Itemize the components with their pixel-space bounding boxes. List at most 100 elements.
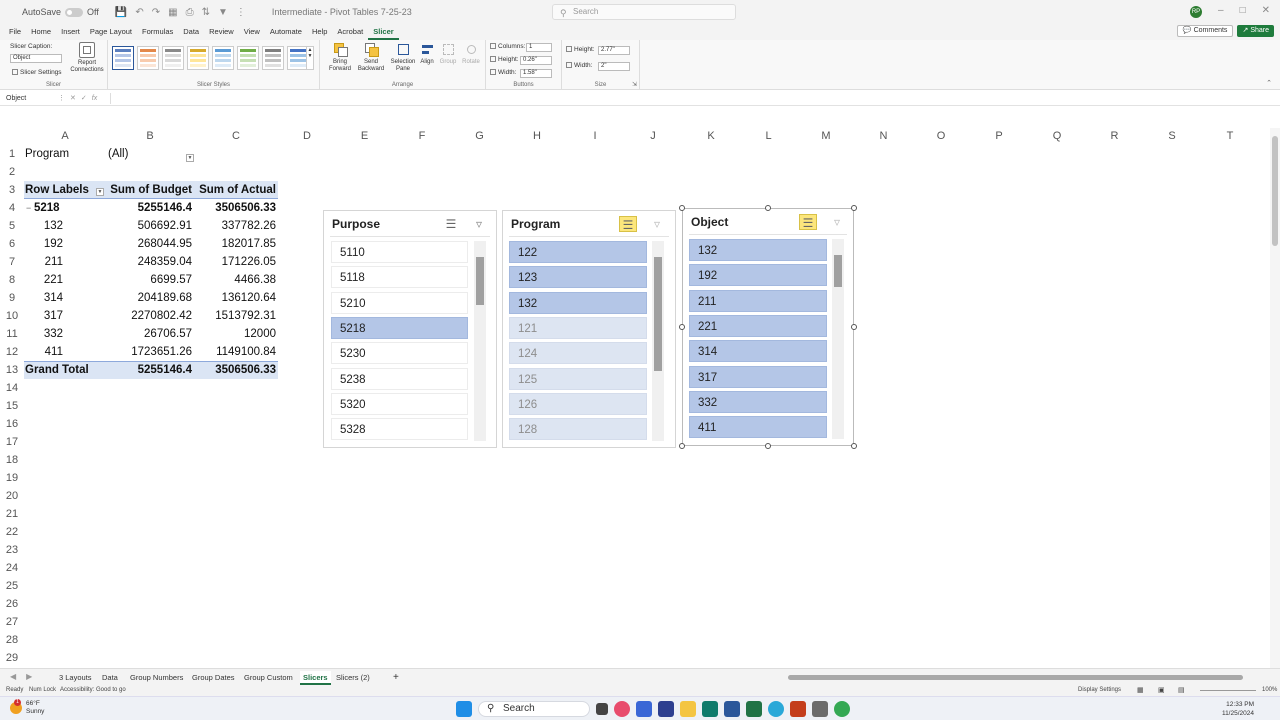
column-header[interactable]: F bbox=[393, 128, 451, 145]
tab-page-layout[interactable]: Page Layout bbox=[85, 24, 137, 40]
formula-input[interactable] bbox=[110, 93, 1270, 104]
display-settings-button[interactable]: Display Settings bbox=[1078, 687, 1121, 693]
next-sheet-icon[interactable]: ▶ bbox=[26, 672, 32, 681]
column-header[interactable]: O bbox=[912, 128, 970, 145]
column-header[interactable]: E bbox=[336, 128, 393, 145]
tab-data[interactable]: Data bbox=[178, 24, 204, 40]
resize-handle[interactable] bbox=[679, 443, 685, 449]
status-accessibility[interactable]: Accessibility: Good to go bbox=[60, 687, 126, 693]
row-header[interactable]: 27 bbox=[0, 613, 24, 631]
size-width-input[interactable]: 2" bbox=[598, 62, 630, 71]
slicer-object-scrollbar[interactable] bbox=[832, 239, 844, 439]
slicer-object-item[interactable]: 221 bbox=[689, 314, 827, 337]
resize-handle[interactable] bbox=[765, 205, 771, 211]
resize-handle[interactable] bbox=[679, 324, 685, 330]
clear-filter-icon[interactable]: ▿ bbox=[828, 214, 846, 230]
l-app-icon[interactable] bbox=[658, 701, 674, 717]
undo-icon[interactable]: ↶ bbox=[135, 7, 143, 18]
slicer-program-item[interactable]: 126 bbox=[509, 392, 647, 415]
column-header[interactable]: J bbox=[624, 128, 682, 145]
slicer-style-other-1[interactable] bbox=[262, 46, 284, 70]
styles-gallery-more-button[interactable]: ▲ ▼ bbox=[306, 46, 314, 70]
slicer-program-item[interactable]: 121 bbox=[509, 316, 647, 339]
sheet-tab-group-dates[interactable]: Group Dates bbox=[192, 671, 235, 685]
save-icon[interactable]: 💾 bbox=[115, 7, 127, 18]
row-header[interactable]: 10 bbox=[0, 307, 24, 325]
pivot-filter-value[interactable]: (All) bbox=[108, 145, 192, 163]
slicer-program-item[interactable]: 132 bbox=[509, 291, 647, 314]
row-header[interactable]: 8 bbox=[0, 271, 24, 289]
slicer-purpose[interactable]: Purpose ☰ ▿ 5110 5118 5210 5218 5230 5238 5320… bbox=[323, 210, 497, 448]
tab-automate[interactable]: Automate bbox=[265, 24, 307, 40]
slicer-purpose-item[interactable]: 5320 bbox=[331, 392, 468, 415]
row-header[interactable]: 25 bbox=[0, 577, 24, 595]
row-header[interactable]: 28 bbox=[0, 631, 24, 649]
slicer-style-light-5[interactable] bbox=[212, 46, 234, 70]
size-height-input[interactable]: 2.77" bbox=[598, 46, 630, 55]
column-header[interactable]: T bbox=[1201, 128, 1259, 145]
weather-widget[interactable]: 1 66°F Sunny bbox=[10, 699, 44, 716]
tab-formulas[interactable]: Formulas bbox=[137, 24, 178, 40]
collapse-ribbon-icon[interactable]: ⌃ bbox=[1266, 79, 1272, 87]
copilot-icon[interactable] bbox=[614, 701, 630, 717]
columns-input[interactable]: 1 bbox=[526, 43, 552, 52]
row-header[interactable]: 13 bbox=[0, 361, 24, 379]
worksheet-grid[interactable]: ABCDEFGHIJKLMNOPQRST 1 2 3 4 5 6 7 8 9 10 11 12 13 14… bbox=[0, 128, 1270, 668]
column-header[interactable]: I bbox=[566, 128, 624, 145]
bring-forward-button[interactable]: Bring Forward bbox=[326, 42, 354, 73]
column-header[interactable]: K bbox=[682, 128, 740, 145]
enter-icon[interactable]: ✓ bbox=[81, 93, 87, 104]
row-header[interactable]: 18 bbox=[0, 451, 24, 469]
system-clock[interactable]: 12:33 PM 11/25/2024 bbox=[1222, 700, 1254, 718]
comments-button[interactable]: 💬 Comments bbox=[1176, 25, 1234, 37]
horizontal-scrollbar[interactable] bbox=[780, 674, 1270, 681]
slicer-object-item[interactable]: 192 bbox=[689, 264, 827, 287]
app-icon[interactable] bbox=[636, 701, 652, 717]
autosave-toggle[interactable] bbox=[65, 7, 84, 17]
close-icon[interactable]: ✕ bbox=[1262, 5, 1270, 16]
vertical-scrollbar[interactable] bbox=[1270, 128, 1280, 668]
row-header[interactable]: 12 bbox=[0, 343, 24, 361]
slicer-program-item[interactable]: 124 bbox=[509, 342, 647, 365]
file-explorer-icon[interactable] bbox=[680, 701, 696, 717]
print-icon[interactable]: ⎙ bbox=[186, 7, 194, 18]
excel-icon[interactable] bbox=[746, 701, 762, 717]
slicer-purpose-item[interactable]: 5328 bbox=[331, 418, 468, 441]
tab-insert[interactable]: Insert bbox=[56, 24, 85, 40]
row-header[interactable]: 29 bbox=[0, 649, 24, 667]
word-icon[interactable] bbox=[724, 701, 740, 717]
row-header[interactable]: 2 bbox=[0, 163, 24, 181]
sheet-tab-data[interactable]: Data bbox=[102, 671, 118, 685]
sheet-tab-slicers[interactable]: Slicers bbox=[300, 671, 331, 685]
column-header[interactable]: B bbox=[106, 128, 194, 145]
name-box[interactable]: Object bbox=[4, 93, 56, 104]
row-labels-filter-icon[interactable]: ▼ bbox=[96, 188, 104, 196]
slicer-style-light-3[interactable] bbox=[162, 46, 184, 70]
column-header[interactable]: A bbox=[24, 128, 106, 145]
sort-icon[interactable]: ⇅ bbox=[202, 7, 210, 18]
align-button[interactable]: Align bbox=[418, 42, 436, 66]
slicer-caption-input[interactable]: Object bbox=[10, 54, 62, 63]
minimize-icon[interactable]: – bbox=[1218, 5, 1224, 16]
row-header[interactable]: 26 bbox=[0, 595, 24, 613]
column-header[interactable]: P bbox=[970, 128, 1028, 145]
column-header[interactable]: C bbox=[194, 128, 278, 145]
sheet-tab-slicers-2[interactable]: Slicers (2) bbox=[336, 671, 370, 685]
slicer-purpose-item[interactable]: 5118 bbox=[331, 266, 468, 289]
page-break-icon[interactable]: ▤ bbox=[1178, 686, 1185, 694]
row-header[interactable]: 15 bbox=[0, 397, 24, 415]
powerpoint-icon[interactable] bbox=[790, 701, 806, 717]
slicer-program-item[interactable]: 128 bbox=[509, 418, 647, 441]
slicer-style-light-4[interactable] bbox=[187, 46, 209, 70]
clear-filter-icon[interactable]: ▿ bbox=[470, 216, 488, 232]
multi-select-icon[interactable]: ☰ bbox=[619, 216, 637, 232]
page-layout-icon[interactable]: ▣ bbox=[1158, 686, 1165, 694]
tab-acrobat[interactable]: Acrobat bbox=[332, 24, 368, 40]
column-header[interactable]: N bbox=[855, 128, 912, 145]
app-icon[interactable] bbox=[702, 701, 718, 717]
column-header[interactable]: S bbox=[1143, 128, 1201, 145]
row-header[interactable]: 21 bbox=[0, 505, 24, 523]
slicer-object-item[interactable]: 332 bbox=[689, 390, 827, 413]
row-header[interactable]: 14 bbox=[0, 379, 24, 397]
row-header[interactable]: 16 bbox=[0, 415, 24, 433]
